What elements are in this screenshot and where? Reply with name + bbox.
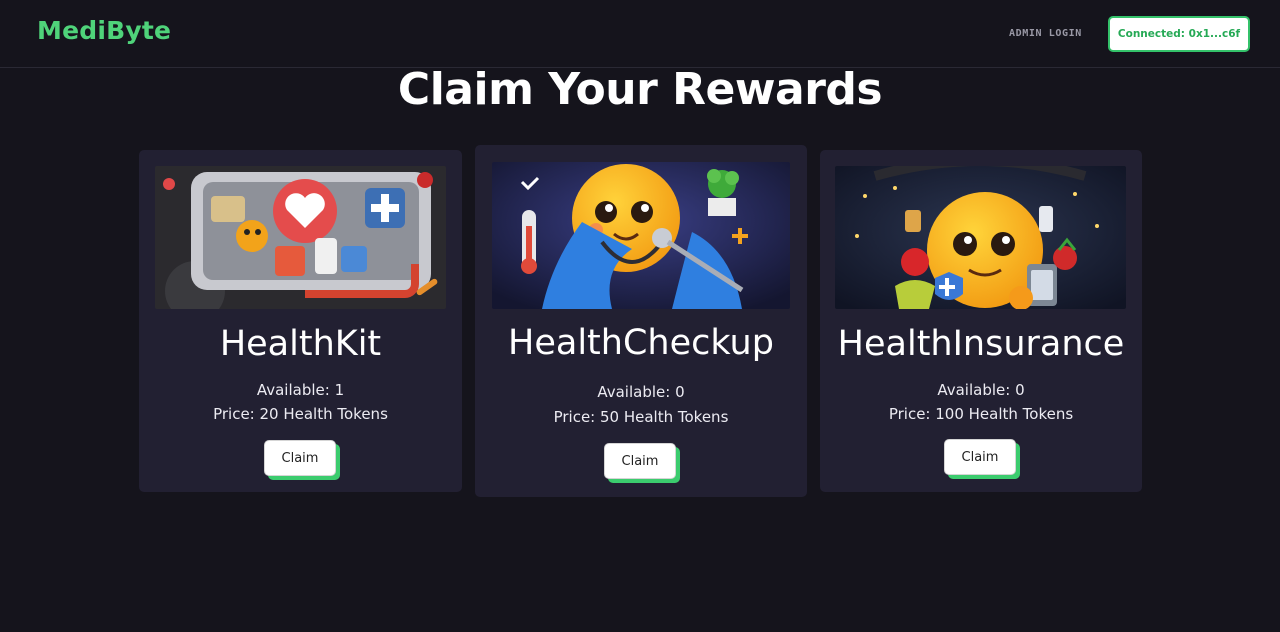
reward-price: Price: 100 Health Tokens — [888, 405, 1074, 423]
reward-availability: Available: 1 — [256, 381, 345, 399]
claim-button[interactable]: Claim — [264, 440, 336, 476]
app-logo[interactable]: MediByte — [37, 16, 171, 45]
claim-button[interactable]: Claim — [944, 439, 1016, 475]
healthcheckup-image — [492, 162, 790, 309]
reward-price: Price: 20 Health Tokens — [213, 405, 388, 423]
claim-button[interactable]: Claim — [604, 443, 676, 479]
reward-availability: Available: 0 — [597, 383, 685, 401]
claim-button-wrap: Claim — [944, 439, 1020, 479]
reward-title: HealthCheckup — [508, 323, 774, 363]
page-title: Claim Your Rewards — [397, 64, 883, 115]
claim-button-wrap: Claim — [604, 443, 680, 483]
top-navbar: MediByte ADMIN LOGIN Connected: 0x1...c6… — [0, 0, 1280, 68]
reward-price: Price: 50 Health Tokens — [553, 408, 729, 426]
healthinsurance-image — [835, 166, 1126, 309]
claim-button-wrap: Claim — [264, 440, 340, 480]
healthkit-image — [155, 166, 446, 309]
admin-login-link[interactable]: ADMIN LOGIN — [1009, 28, 1082, 39]
reward-title: HealthKit — [219, 324, 382, 364]
reward-title: HealthInsurance — [837, 324, 1125, 364]
reward-availability: Available: 0 — [937, 381, 1025, 399]
reward-card-healthinsurance: HealthInsurance Available: 0 Price: 100 … — [820, 150, 1142, 492]
wallet-connected-button[interactable]: Connected: 0x1...c6f — [1108, 16, 1250, 52]
reward-card-healthkit: HealthKit Available: 1 Price: 20 Health … — [139, 150, 462, 492]
reward-card-healthcheckup: HealthCheckup Available: 0 Price: 50 Hea… — [475, 145, 807, 497]
